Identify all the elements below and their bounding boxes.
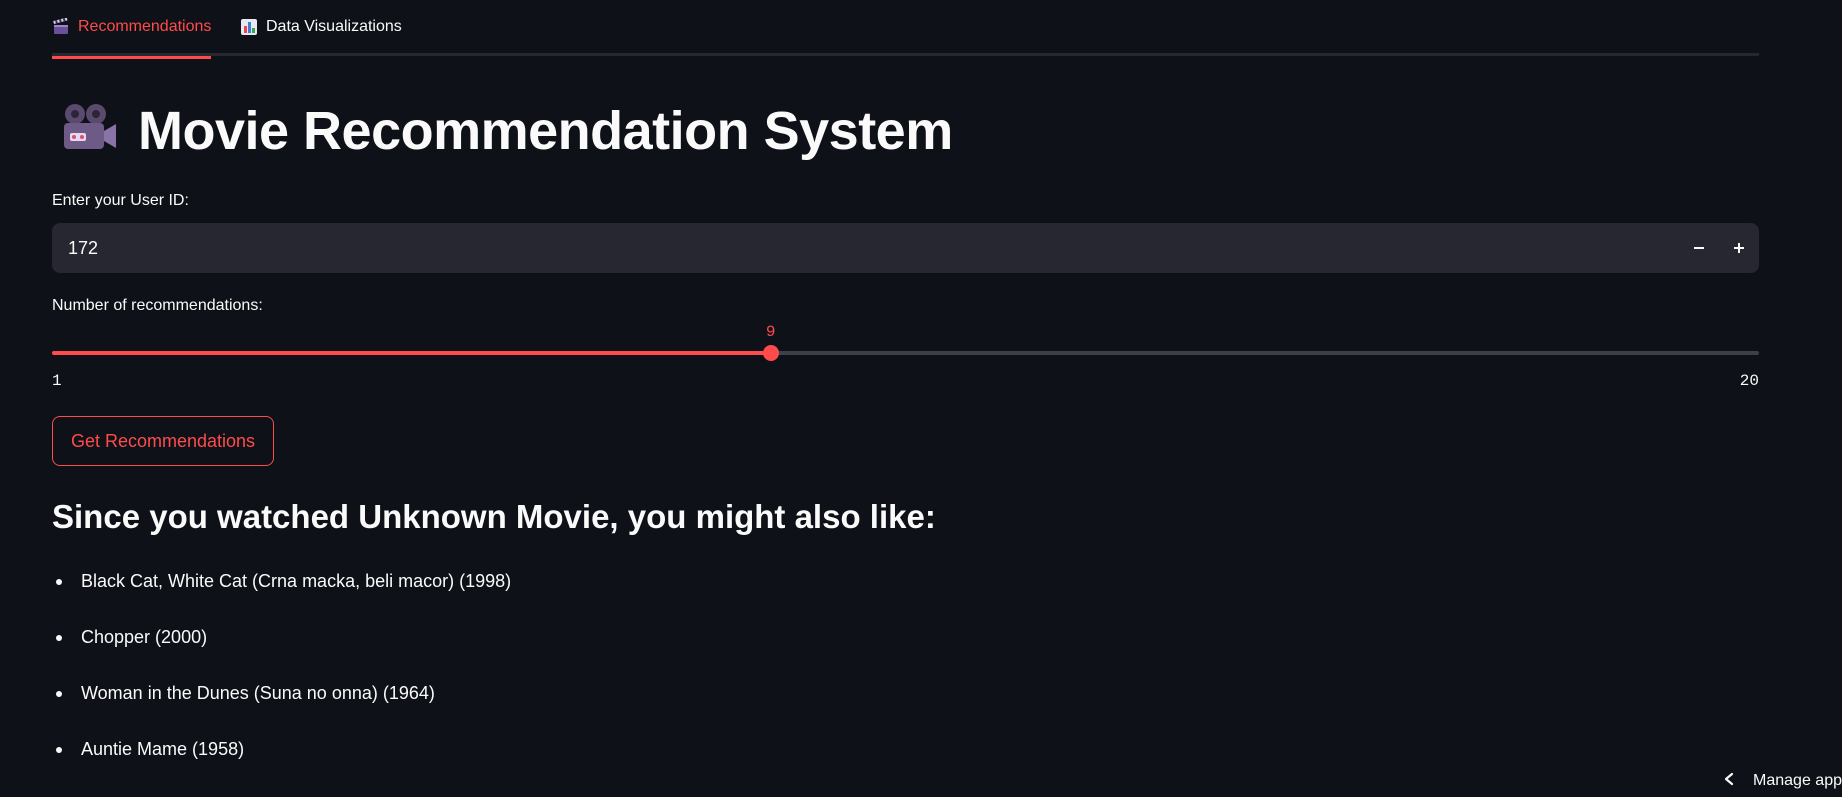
tab-data-visualizations[interactable]: Data Visualizations [240, 18, 402, 56]
recommendation-list: Black Cat, White Cat (Crna macka, beli m… [52, 566, 511, 790]
page-title: Movie Recommendation System [138, 101, 953, 161]
tab-recommendations[interactable]: Recommendations [52, 17, 212, 59]
chevron-left-icon [1723, 772, 1735, 791]
manage-app-button[interactable]: Manage app [1713, 765, 1842, 797]
movie-camera-icon [60, 103, 118, 160]
bar-chart-icon [240, 18, 258, 36]
tab-label: Data Visualizations [266, 18, 402, 35]
slider-fill [52, 351, 771, 355]
user-id-input[interactable] [52, 236, 1679, 260]
plus-icon [1733, 237, 1745, 260]
num-recs-label: Number of recommendations: [52, 297, 263, 314]
get-recommendations-button[interactable]: Get Recommendations [52, 416, 274, 466]
slider-track[interactable] [52, 351, 1759, 355]
results-heading: Since you watched Unknown Movie, you mig… [52, 498, 936, 535]
list-item: Black Cat, White Cat (Crna macka, beli m… [52, 566, 511, 622]
slider-max: 20 [1739, 372, 1759, 390]
minus-icon [1693, 237, 1705, 260]
user-id-stepper [52, 223, 1759, 273]
user-id-label: Enter your User ID: [52, 192, 189, 209]
clapper-board-icon [52, 17, 70, 36]
decrement-button[interactable] [1679, 223, 1719, 273]
list-item: Woman in the Dunes (Suna no onna) (1964) [52, 678, 511, 734]
tab-label: Recommendations [78, 18, 212, 35]
manage-app-label: Manage app [1753, 772, 1842, 789]
slider-value: 9 [765, 323, 776, 341]
list-item: Auntie Mame (1958) [52, 734, 511, 790]
list-item: Chopper (2000) [52, 622, 511, 678]
num-recs-slider: 9 1 20 [52, 320, 1759, 390]
page-title-row: Movie Recommendation System [60, 100, 953, 162]
slider-min: 1 [52, 372, 62, 390]
tab-bar: Recommendations Data Visualizations [52, 0, 1759, 59]
slider-thumb[interactable] [762, 345, 779, 361]
increment-button[interactable] [1719, 223, 1759, 273]
